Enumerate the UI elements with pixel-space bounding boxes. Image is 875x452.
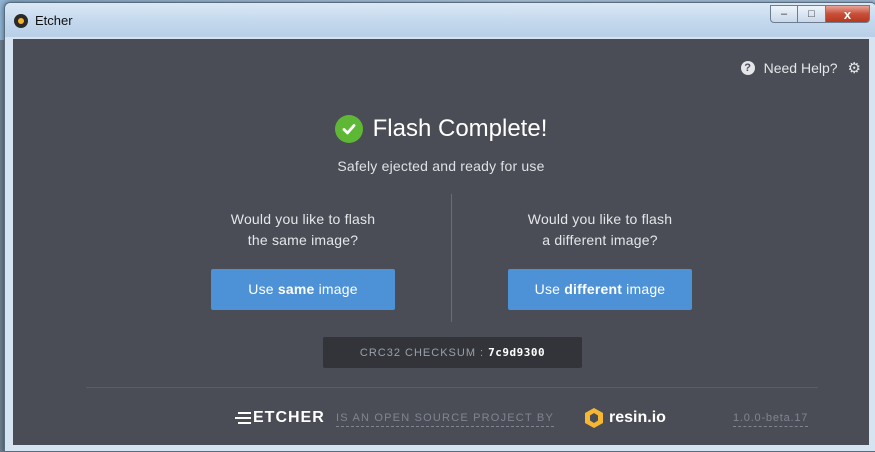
check-circle-icon xyxy=(334,115,363,143)
different-image-question: Would you like to flash a different imag… xyxy=(450,209,750,251)
status-subtitle: Safely ejected and ready for use xyxy=(337,158,545,174)
checksum-label: CRC32 CHECKSUM : xyxy=(359,346,485,359)
same-image-question: Would you like to flash the same image? xyxy=(153,209,453,251)
need-help-link[interactable]: Need Help? xyxy=(764,60,838,76)
resin-cube-icon xyxy=(585,408,603,428)
title-bar: Etcher – □ x xyxy=(5,3,875,37)
use-different-image-button[interactable]: Use different image xyxy=(508,269,692,310)
status-title: Flash Complete! xyxy=(372,115,548,142)
resin-logo-text: resin.io xyxy=(609,409,666,426)
flash-status: Flash Complete! xyxy=(13,115,869,143)
app-window: Etcher – □ x ? Need Help? ⚙ Flash Comple… xyxy=(4,2,875,452)
same-image-question-line-1: Would you like to flash xyxy=(230,211,376,227)
minimize-button[interactable]: – xyxy=(770,5,798,23)
resin-logo[interactable]: resin.io xyxy=(584,407,666,429)
checksum-value: 7c9d9300 xyxy=(488,346,546,359)
different-image-question-line-1: Would you like to flash xyxy=(527,211,673,227)
button-emphasis: different xyxy=(564,281,623,297)
etcher-logo-text: ETCHER xyxy=(253,409,325,426)
use-same-image-button[interactable]: Use same image xyxy=(211,269,395,310)
different-image-section: Would you like to flash a different imag… xyxy=(450,209,750,310)
close-button[interactable]: x xyxy=(826,5,870,23)
checksum-box: CRC32 CHECKSUM : 7c9d9300 xyxy=(323,337,582,368)
window-controls: – □ x xyxy=(770,5,870,23)
button-prefix: Use xyxy=(248,281,278,297)
button-suffix: image xyxy=(622,281,666,297)
same-image-question-line-2: the same image? xyxy=(247,232,359,248)
etcher-app-icon xyxy=(14,14,28,28)
etcher-logo[interactable]: ETCHER xyxy=(235,409,325,427)
gear-icon[interactable]: ⚙ xyxy=(848,59,861,77)
question-circle-icon[interactable]: ? xyxy=(740,61,755,75)
footer-divider xyxy=(86,387,818,388)
header-actions: ? Need Help? ⚙ xyxy=(740,59,861,77)
window-title: Etcher xyxy=(35,13,73,28)
etcher-lines-icon xyxy=(235,412,251,424)
version-link[interactable]: 1.0.0-beta.17 xyxy=(733,412,809,427)
footer: ETCHER IS AN OPEN SOURCE PROJECT BY resi… xyxy=(13,407,869,429)
different-image-question-line-2: a different image? xyxy=(542,232,658,248)
button-prefix: Use xyxy=(534,281,565,297)
same-image-section: Would you like to flash the same image? … xyxy=(153,209,453,310)
app-content: ? Need Help? ⚙ Flash Complete! Safely ej… xyxy=(13,39,869,445)
open-source-link[interactable]: IS AN OPEN SOURCE PROJECT BY xyxy=(336,412,554,427)
button-emphasis: same xyxy=(277,281,315,297)
maximize-button[interactable]: □ xyxy=(798,5,826,23)
button-suffix: image xyxy=(314,281,358,297)
